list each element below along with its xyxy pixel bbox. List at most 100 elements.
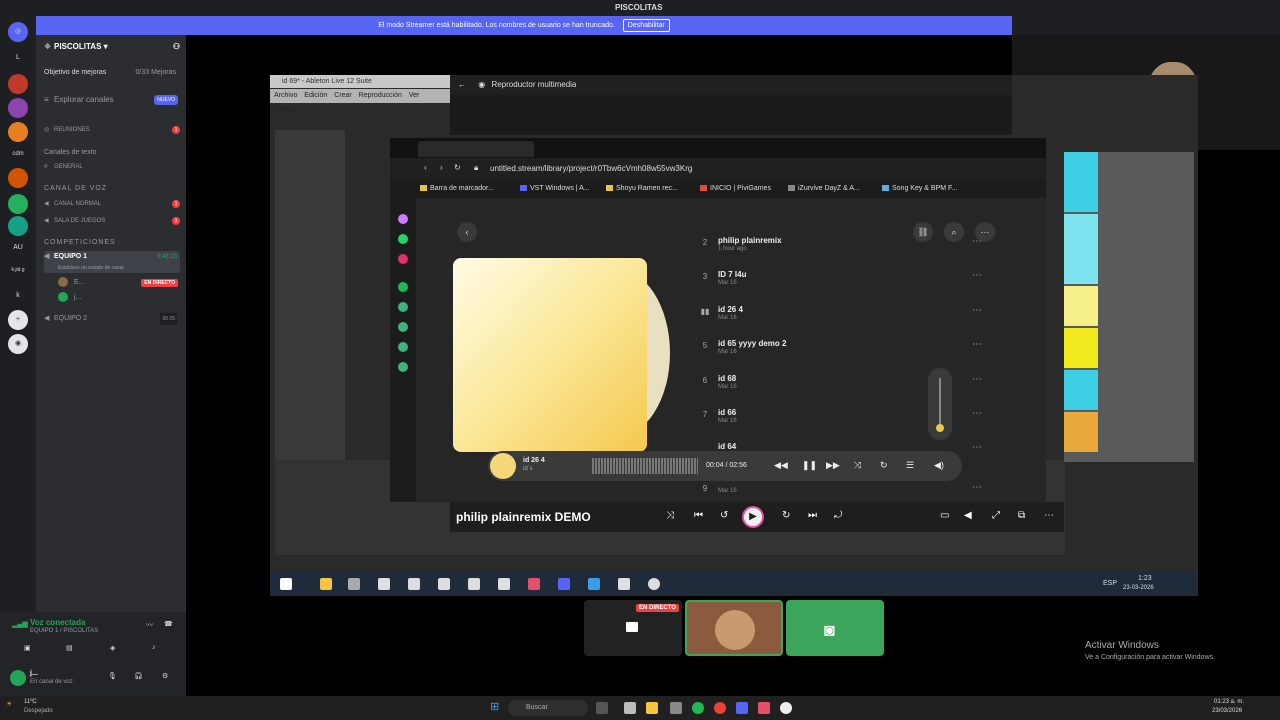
track-row[interactable]: 2 philip plainremix 1 hour ago ⋯	[700, 236, 990, 270]
discord-icon[interactable]	[736, 702, 748, 714]
history-icon[interactable]	[398, 302, 408, 312]
reload-icon[interactable]: ↻	[454, 163, 461, 172]
bookmark[interactable]: Song Key & BPM F...	[882, 185, 957, 192]
rewind-icon[interactable]: ◀◀	[774, 460, 788, 471]
menu-archivo[interactable]: Archivo	[274, 92, 297, 99]
menu-reproduccion[interactable]: Reproducción	[359, 92, 402, 99]
explore-channels[interactable]: ≡ Explorar canales NUEVO	[44, 94, 180, 106]
start-icon[interactable]	[280, 578, 292, 590]
soundboard-icon[interactable]: ♪	[152, 644, 156, 651]
more-icon[interactable]: ⋯	[972, 374, 982, 385]
menu-edicion[interactable]: Edición	[304, 92, 327, 99]
sidebar-app-icon[interactable]	[398, 214, 408, 224]
headphones-icon[interactable]: 🎧︎	[134, 672, 143, 680]
fullscreen-icon[interactable]: ⤢	[992, 510, 1000, 521]
explorer-icon[interactable]	[320, 578, 332, 590]
server-k[interactable]: k	[8, 286, 28, 306]
voice-member[interactable]: j...	[58, 292, 180, 304]
user-thumb[interactable]	[685, 600, 783, 656]
add-member-icon[interactable]: ⚇	[173, 41, 180, 53]
activities-icon[interactable]: ◈	[110, 644, 115, 652]
microphone-icon[interactable]: 🎙︎	[108, 672, 117, 680]
waveform[interactable]	[592, 458, 698, 474]
voice-channel-equipo2[interactable]: ◀ EQUIPO 2 00 05	[44, 313, 180, 325]
back-icon[interactable]: ‹	[424, 163, 427, 172]
voice-channel-equipo1[interactable]: ◀ EQUIPO 1 5:43:23 Establece un estado de…	[44, 251, 180, 273]
media-player-icon[interactable]	[780, 702, 792, 714]
menu-crear[interactable]: Crear	[334, 92, 352, 99]
more-icon[interactable]: ⋯	[972, 482, 982, 493]
server-icon[interactable]	[8, 122, 28, 142]
whatsapp-icon[interactable]	[398, 234, 408, 244]
more-icon[interactable]: ⋯	[972, 339, 982, 350]
app-icon[interactable]	[528, 578, 540, 590]
app-icon[interactable]	[438, 578, 450, 590]
app-icon[interactable]	[624, 702, 636, 714]
media-player-icon[interactable]	[648, 578, 660, 590]
menu-ver[interactable]: Ver	[409, 92, 420, 99]
voice-member[interactable]: E... EN DIRECTO	[58, 277, 180, 289]
disconnect-icon[interactable]: ☎	[164, 620, 173, 628]
user-thumb[interactable]: ◙	[786, 600, 884, 656]
settings-icon[interactable]	[398, 362, 408, 372]
taskview-icon[interactable]	[596, 702, 608, 714]
instagram-icon[interactable]	[398, 254, 408, 264]
shuffle-icon[interactable]: ⤨	[666, 510, 674, 521]
repeat-off-icon[interactable]: ⤾	[834, 510, 842, 521]
windows-start-icon[interactable]: ⊞	[490, 700, 499, 713]
app-icon[interactable]	[408, 578, 420, 590]
volume-knob[interactable]	[936, 424, 944, 432]
voice-location[interactable]: EQUIPO 1 / PISCOLITAS	[30, 628, 98, 634]
bookmark[interactable]: VST Windows | A...	[520, 185, 590, 192]
subtitles-icon[interactable]: ▭	[940, 510, 949, 521]
steam-icon[interactable]	[588, 578, 600, 590]
spotify-icon[interactable]	[398, 282, 408, 292]
category-voice[interactable]: CANAL DE VOZ	[44, 185, 107, 192]
bookmark[interactable]: Shoyu Ramen rec...	[606, 185, 678, 192]
shuffle-icon[interactable]: ⤨	[854, 460, 861, 471]
server-icon[interactable]	[8, 74, 28, 94]
language[interactable]: ESP	[1103, 580, 1117, 587]
play-button[interactable]: ▶	[742, 506, 764, 528]
app-icon[interactable]	[498, 578, 510, 590]
bookmark[interactable]: iZurvive DayZ & A...	[788, 185, 860, 192]
app-icon[interactable]	[758, 702, 770, 714]
bookmark[interactable]: Barra de marcador...	[420, 185, 494, 192]
discord-icon[interactable]	[558, 578, 570, 590]
repeat-icon[interactable]: ↻	[880, 460, 888, 471]
more-icon[interactable]: ⋯	[972, 270, 982, 281]
disable-streamer-button[interactable]: Deshabilitar	[622, 19, 670, 32]
noise-suppression-icon[interactable]: 〰	[146, 620, 153, 630]
chrome-icon[interactable]	[714, 702, 726, 714]
server-l[interactable]: L	[8, 48, 28, 68]
server-icon[interactable]	[8, 98, 28, 118]
screen-share-icon[interactable]: ▤	[66, 644, 73, 652]
channel-reuniones[interactable]: ◎ REUNIONES 1	[44, 124, 180, 136]
browser-tab[interactable]	[418, 141, 534, 157]
bookmark[interactable]: INICIO | PiviGames	[700, 185, 771, 192]
settings-gear-icon[interactable]: ⚙	[162, 672, 168, 680]
app-icon[interactable]	[378, 578, 390, 590]
server-au[interactable]: AU	[8, 238, 28, 258]
url-input[interactable]: untitled.stream/library/project/r0Tbw6cV…	[490, 164, 692, 173]
more-icon[interactable]: ⋯	[972, 442, 982, 452]
server-icon[interactable]	[8, 194, 28, 214]
volume-icon[interactable]: ◀)	[934, 460, 944, 471]
download-icon[interactable]	[398, 322, 408, 332]
server-kjidg[interactable]: k.jid.g	[8, 260, 28, 280]
settings-icon[interactable]	[348, 578, 360, 590]
more-icon[interactable]: ⋯	[1044, 510, 1054, 521]
boost-goal[interactable]: Objetivo de mejoras 0/33 Mejoras	[44, 67, 180, 79]
app-icon[interactable]	[468, 578, 480, 590]
extensions-icon[interactable]	[398, 342, 408, 352]
pause-icon[interactable]: ❚❚	[802, 460, 817, 471]
signal-icon[interactable]: ▂▄▆	[12, 620, 28, 628]
discover-icon[interactable]: ◉	[8, 334, 28, 354]
channel-status[interactable]: Establece un estado de canal	[58, 262, 124, 274]
category-competiciones[interactable]: COMPETICIONES	[44, 239, 116, 246]
track-row[interactable]: 9 Mar 16 ⋯	[700, 478, 990, 498]
server-icon[interactable]	[8, 168, 28, 188]
channel-general[interactable]: # GENERAL	[44, 161, 180, 173]
spotify-icon[interactable]	[692, 702, 704, 714]
track-row[interactable]: 5 id 65 yyyy demo 2 Mar 16 ⋯	[700, 339, 990, 373]
